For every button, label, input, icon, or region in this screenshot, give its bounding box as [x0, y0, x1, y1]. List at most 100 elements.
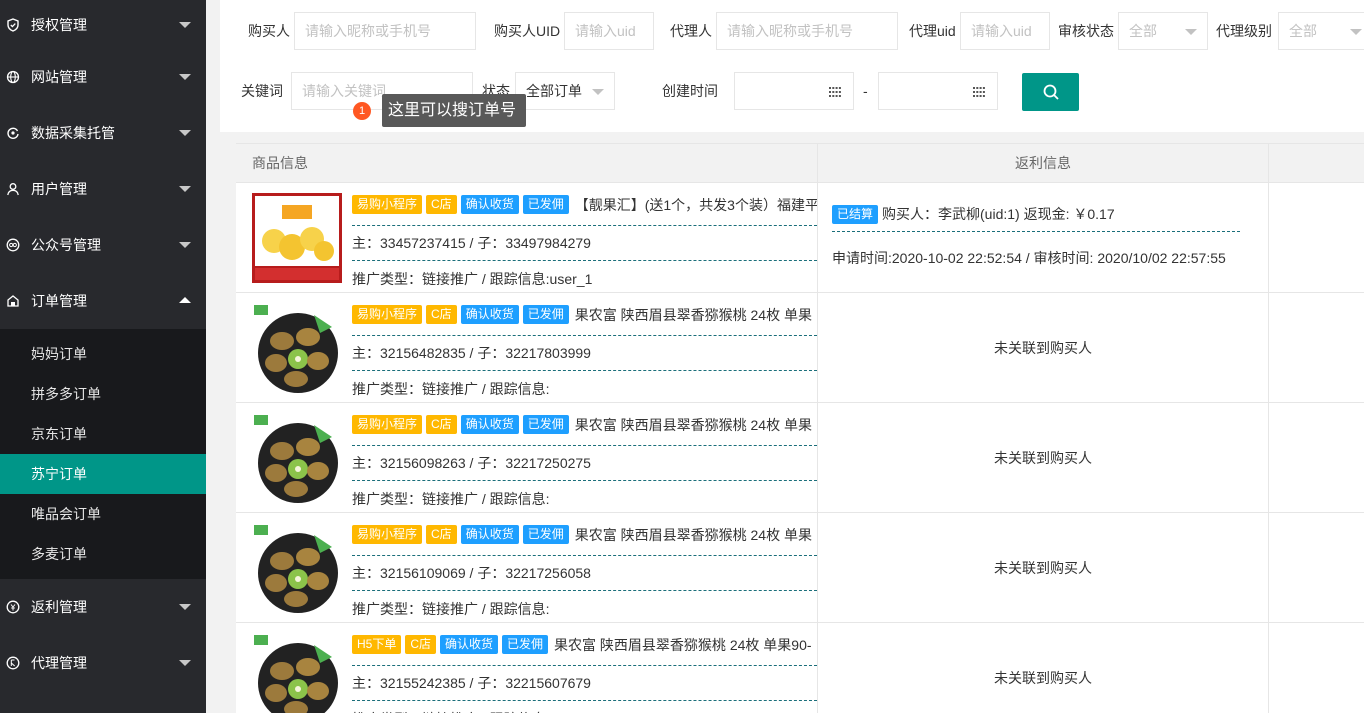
sync-icon [6, 126, 20, 140]
caret-up-icon [179, 297, 191, 303]
order-tag: 易购小程序 [352, 195, 423, 214]
nav-agents[interactable]: 代理管理 [0, 635, 206, 691]
nav-wechat[interactable]: 公众号管理 [0, 217, 206, 273]
promo-info: 推广类型：链接推广 / 跟踪信息: [352, 491, 550, 507]
tooltip-badge: 1 [353, 101, 371, 120]
sub-item-duomai-orders[interactable]: 多麦订单 [0, 534, 206, 574]
product-thumbnail[interactable] [252, 303, 342, 393]
dashed-divider [352, 370, 817, 371]
dashed-divider [352, 480, 817, 481]
main-content: 购买人 购买人UID 代理人 代理uid 审核状态 全部 代理级别 全部 关键词… [206, 0, 1364, 713]
nav-label: 用户管理 [31, 181, 87, 197]
user-icon [6, 182, 20, 196]
search-button[interactable] [1022, 73, 1079, 111]
order-tag: 确认收货 [440, 635, 499, 654]
order-tag: 已发佣 [502, 635, 549, 654]
rebate-summary: 已结算 购买人：李武柳(uid:1) 返现金: ￥0.17 [832, 204, 1115, 224]
order-tag: C店 [405, 635, 437, 654]
promo-info: 推广类型：链接推广 / 跟踪信息: [352, 709, 550, 713]
product-title[interactable]: 果农富 陕西眉县翠香猕猴桃 24枚 单果 [575, 525, 812, 545]
table-header: 商品信息 返利信息 [236, 143, 1364, 183]
order-ids: 主：32155242385 / 子：32215607679 [352, 675, 591, 691]
buyer-uid-label: 购买人UID [494, 23, 561, 39]
order-tag: 已发佣 [522, 305, 569, 324]
product-thumbnail[interactable] [252, 633, 342, 713]
nav-auth[interactable]: 授权管理 [0, 0, 206, 49]
wechat-icon [6, 238, 20, 252]
order-tag: 确认收货 [460, 305, 519, 324]
buyer-uid-input[interactable] [564, 12, 654, 50]
order-ids: 主：32156109069 / 子：32217256058 [352, 565, 591, 581]
rebate-unlinked: 未关联到购买人 [994, 450, 1092, 466]
settled-badge: 已结算 [832, 204, 879, 224]
order-status-select[interactable]: 全部订单 [515, 72, 615, 110]
created-time-label: 创建时间 [662, 83, 718, 99]
rebate-icon [6, 600, 20, 614]
nav-website[interactable]: 网站管理 [0, 49, 206, 105]
order-icon [6, 294, 20, 308]
nav-users[interactable]: 用户管理 [0, 161, 206, 217]
agent-input[interactable] [716, 12, 898, 50]
nav-data-collection[interactable]: 数据采集托管 [0, 105, 206, 161]
dashed-divider [832, 231, 1240, 232]
sidebar: 授权管理 网站管理 数据采集托管 用户管理 公众号管理 订单管理 妈妈订单 拼多… [0, 0, 206, 713]
dashed-divider [352, 335, 817, 336]
product-title[interactable]: 果农富 陕西眉县翠香猕猴桃 24枚 单果90- [554, 635, 811, 655]
promo-info: 推广类型：链接推广 / 跟踪信息:user_1 [352, 271, 593, 287]
caret-down-icon [179, 74, 191, 80]
nav-label: 数据采集托管 [31, 125, 115, 141]
caret-down-icon [179, 604, 191, 610]
product-title[interactable]: 【靓果汇】(送1个，共发3个装）福建平和 [575, 195, 817, 215]
sub-item-pdd-orders[interactable]: 拼多多订单 [0, 374, 206, 414]
order-tag: 易购小程序 [352, 305, 423, 324]
nav-label: 代理管理 [31, 655, 87, 671]
order-tag: C店 [426, 195, 457, 214]
product-title[interactable]: 果农富 陕西眉县翠香猕猴桃 24枚 单果 [575, 305, 812, 325]
product-tag-line: 易购小程序 C店 确认收货 已发佣 果农富 陕西眉县翠香猕猴桃 24枚 单果 [352, 524, 817, 545]
buyer-input[interactable] [294, 12, 476, 50]
nav-orders[interactable]: 订单管理 [0, 273, 206, 329]
filter-panel: 购买人 购买人UID 代理人 代理uid 审核状态 全部 代理级别 全部 关键词… [220, 0, 1364, 132]
order-tag: C店 [426, 415, 457, 434]
nav-label: 返利管理 [31, 599, 87, 615]
order-tag: C店 [426, 305, 457, 324]
date-separator: - [863, 83, 868, 99]
order-tag: H5下单 [352, 635, 402, 654]
order-tag: 确认收货 [460, 415, 519, 434]
order-tag: 已发佣 [522, 415, 569, 434]
search-icon [1043, 84, 1059, 100]
product-tag-line: H5下单 C店 确认收货 已发佣 果农富 陕西眉县翠香猕猴桃 24枚 单果90- [352, 634, 817, 655]
date-start-input[interactable] [734, 72, 854, 110]
product-tag-line: 易购小程序 C店 确认收货 已发佣 果农富 陕西眉县翠香猕猴桃 24枚 单果 [352, 414, 817, 435]
order-table: 商品信息 返利信息 易购小程序 C店 确认收货 已发佣 【靓果汇】(送1个，共发3个装）… [236, 143, 1364, 713]
rebate-unlinked: 未关联到购买人 [994, 560, 1092, 576]
sub-item-suning-orders[interactable]: 苏宁订单 [0, 454, 206, 494]
product-thumbnail[interactable] [252, 193, 342, 283]
order-tag: 已发佣 [522, 525, 569, 544]
order-tag: C店 [426, 525, 457, 544]
product-thumbnail[interactable] [252, 523, 342, 613]
nav-label: 网站管理 [31, 69, 87, 85]
caret-down-icon [179, 242, 191, 248]
audit-status-select[interactable]: 全部 [1118, 12, 1208, 50]
order-tag: 易购小程序 [352, 415, 423, 434]
buyer-label: 购买人 [248, 23, 290, 39]
product-thumbnail[interactable] [252, 413, 342, 503]
agent-level-label: 代理级别 [1216, 23, 1272, 39]
rebate-info: 已结算 购买人：李武柳(uid:1) 返现金: ￥0.17 申请时间:2020-10… [832, 183, 1252, 293]
dashed-divider [352, 700, 817, 701]
agent-level-select[interactable]: 全部 [1278, 12, 1364, 50]
caret-down-icon [179, 130, 191, 136]
audit-status-value: 全部 [1129, 23, 1157, 39]
agent-uid-input[interactable] [960, 12, 1050, 50]
sub-item-mama-orders[interactable]: 妈妈订单 [0, 334, 206, 374]
nav-rebate[interactable]: 返利管理 [0, 579, 206, 635]
order-tag: 确认收货 [460, 195, 519, 214]
sub-item-vip-orders[interactable]: 唯品会订单 [0, 494, 206, 534]
sub-item-jd-orders[interactable]: 京东订单 [0, 414, 206, 454]
chevron-down-icon [1185, 29, 1197, 35]
nav-label: 公众号管理 [31, 237, 101, 253]
date-end-input[interactable] [878, 72, 998, 110]
agent-label: 代理人 [670, 23, 712, 39]
product-title[interactable]: 果农富 陕西眉县翠香猕猴桃 24枚 单果 [575, 415, 812, 435]
